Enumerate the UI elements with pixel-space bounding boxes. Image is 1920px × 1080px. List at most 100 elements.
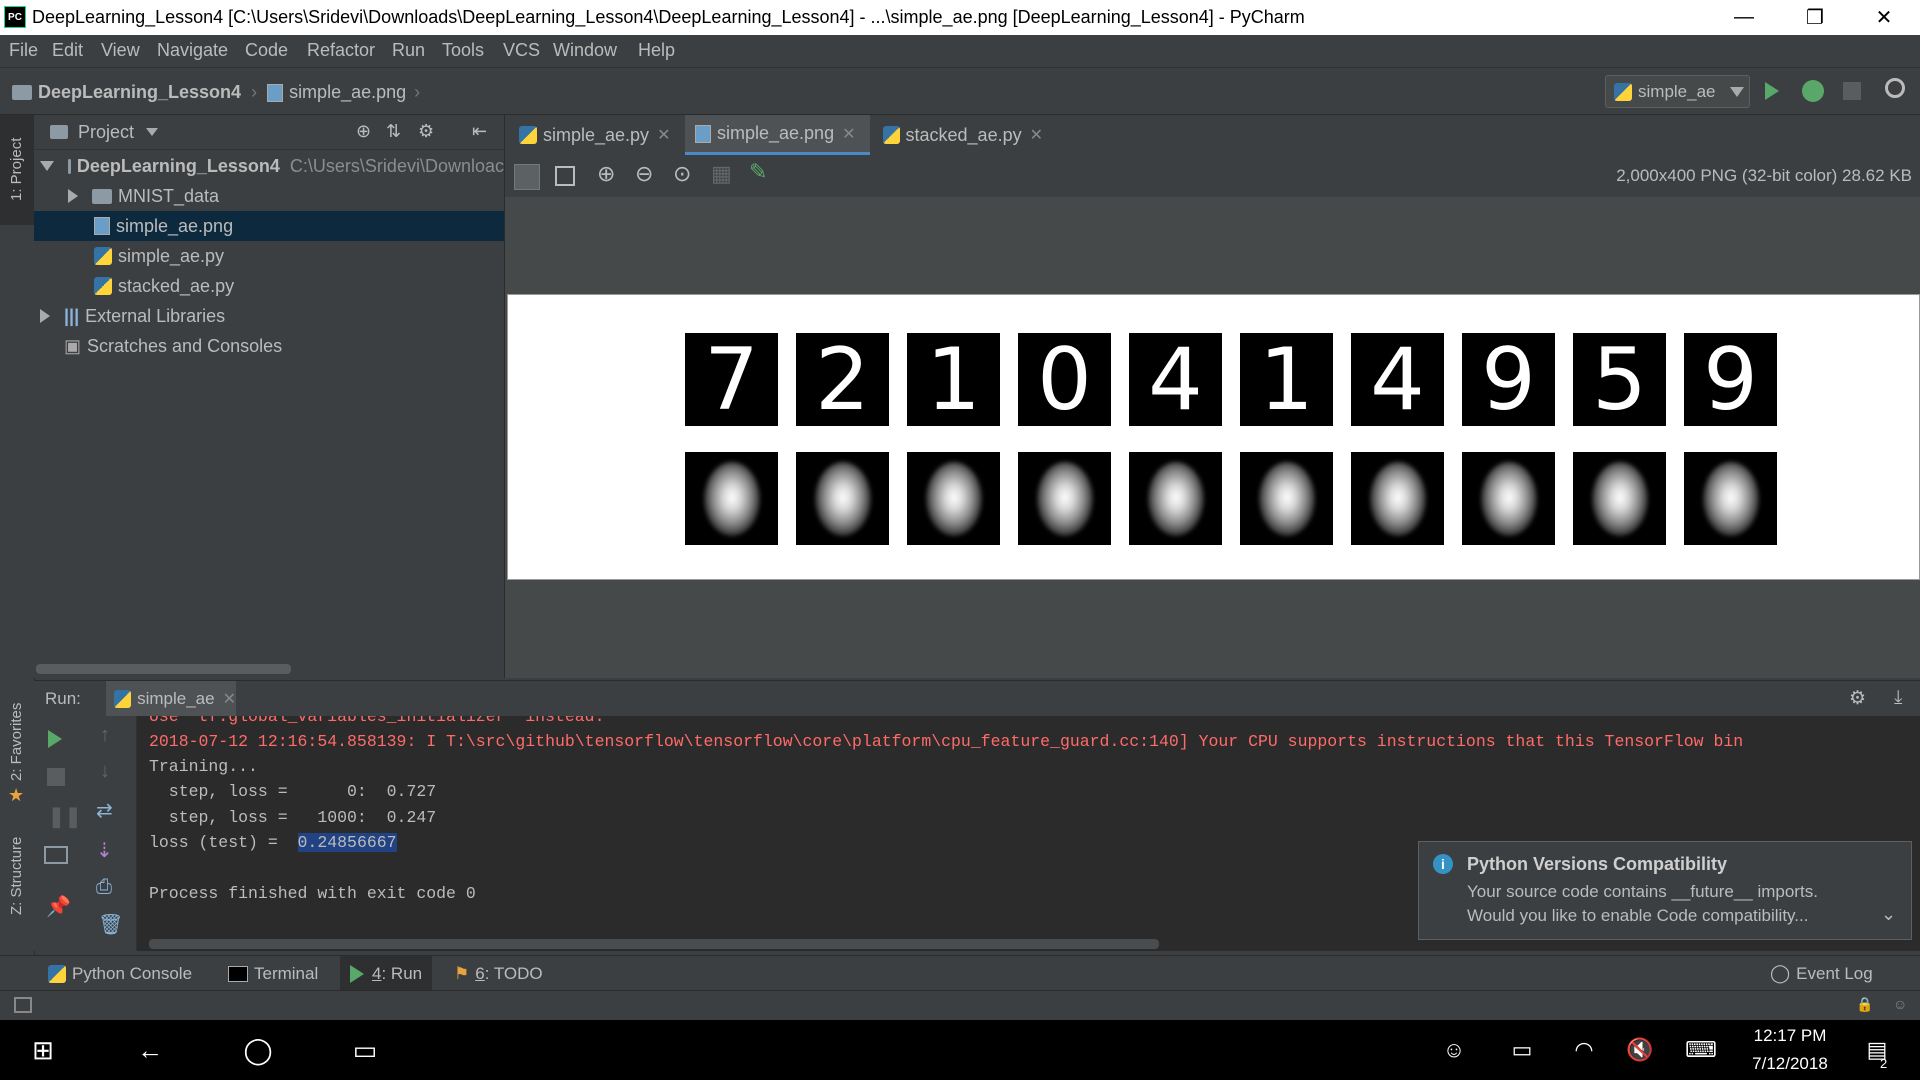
pin-tab-icon[interactable]: 📌 <box>46 894 71 919</box>
close-tab-icon[interactable]: ✕ <box>1030 125 1043 145</box>
close-tab-icon[interactable]: ✕ <box>223 689 236 709</box>
rerun-icon[interactable] <box>48 730 62 753</box>
chevron-right-icon <box>40 309 50 323</box>
tree-root-name: DeepLearning_Lesson4 <box>76 155 280 176</box>
chevron-down-icon[interactable] <box>146 128 159 136</box>
clock-time[interactable]: 12:17 PM <box>1740 1026 1840 1046</box>
tab-python-console[interactable]: Python Console <box>48 956 192 991</box>
menu-view[interactable]: View <box>101 40 140 61</box>
run-icon[interactable] <box>1765 82 1779 105</box>
horizontal-scrollbar[interactable] <box>36 664 291 674</box>
toggle-tool-windows-icon[interactable] <box>14 997 32 1013</box>
tab-terminal[interactable]: Terminal <box>228 956 318 991</box>
image-preview: 7 2 1 0 4 1 4 9 5 9 <box>507 294 1920 580</box>
run-tab-simple-ae[interactable]: simple_ae ✕ <box>106 681 236 717</box>
project-panel-title[interactable]: Project <box>78 122 134 143</box>
tree-item-simple-ae-png[interactable]: simple_ae.png <box>34 211 504 241</box>
stop-icon[interactable] <box>1843 82 1861 100</box>
hide-panel-icon[interactable]: ⇤ <box>472 121 487 142</box>
print-icon[interactable]: ⎙ <box>96 876 112 899</box>
close-tab-icon[interactable]: ✕ <box>842 124 855 144</box>
task-view-icon[interactable]: ▭ <box>340 1020 390 1080</box>
menu-file[interactable]: File <box>9 40 38 61</box>
tree-item-label: Scratches and Consoles <box>87 335 283 356</box>
zoom-out-icon[interactable]: ⊖ <box>635 161 653 187</box>
people-icon[interactable]: ☺ <box>1432 1020 1476 1080</box>
zoom-in-icon[interactable]: ⊕ <box>597 161 615 187</box>
menu-vcs[interactable]: VCS <box>503 40 540 61</box>
search-circle-icon[interactable]: ◯ <box>233 1020 283 1080</box>
battery-icon[interactable]: ▭ <box>1500 1020 1544 1080</box>
actual-size-icon[interactable]: ⊙ <box>673 161 691 187</box>
notification-link[interactable]: Would you like to enable Code compatibil… <box>1467 906 1808 926</box>
tab-event-log[interactable]: ◯ Event Log <box>1770 956 1873 991</box>
menu-refactor[interactable]: Refactor <box>307 40 375 61</box>
title-bar: PC DeepLearning_Lesson4 [C:\Users\Sridev… <box>0 0 1920 35</box>
wifi-icon[interactable]: ◠ <box>1562 1020 1606 1080</box>
menu-tools[interactable]: Tools <box>442 40 484 61</box>
tree-item-external-libraries[interactable]: ||| External Libraries <box>34 301 504 331</box>
down-arrow-icon[interactable]: ↓ <box>100 760 110 783</box>
reconstruction-tile <box>796 452 889 545</box>
structure-tool-button[interactable]: Z: Structure <box>0 830 34 950</box>
console-line: loss (test) = 0.24856667 <box>149 833 397 852</box>
breadcrumb-project[interactable]: DeepLearning_Lesson4 <box>38 82 241 103</box>
collapse-all-icon[interactable]: ⇅ <box>386 121 401 142</box>
breadcrumb: DeepLearning_Lesson4 › simple_ae.png › <box>12 82 420 103</box>
project-tool-button[interactable]: 1: Project <box>0 115 34 225</box>
soft-wrap-icon[interactable]: ⇄ <box>96 798 113 823</box>
close-button[interactable]: ✕ <box>1855 0 1913 35</box>
tab-stacked-ae-py[interactable]: stacked_ae.py ✕ <box>883 115 1043 155</box>
restore-button[interactable]: ❐ <box>1786 0 1844 35</box>
tree-item-simple-ae-py[interactable]: simple_ae.py <box>34 241 504 271</box>
tab-run[interactable]: 4: Run <box>340 956 432 991</box>
gear-icon[interactable]: ⚙ <box>418 121 434 142</box>
stop-icon[interactable] <box>47 768 65 786</box>
pycharm-logo-icon: PC <box>4 6 26 28</box>
grid-toggle-icon[interactable] <box>555 166 575 186</box>
scroll-to-end-icon[interactable]: ⇣ <box>96 838 113 863</box>
chevron-down-icon[interactable]: ⌄ <box>1881 904 1896 925</box>
run-config-select[interactable]: simple_ae <box>1605 75 1750 108</box>
favorites-tool-button[interactable]: 2: Favorites ★ <box>0 685 34 805</box>
close-tab-icon[interactable]: ✕ <box>657 125 670 145</box>
tree-item-scratches[interactable]: ▣ Scratches and Consoles <box>34 331 504 361</box>
search-icon[interactable] <box>1885 78 1905 98</box>
gear-icon[interactable]: ⚙ <box>1849 687 1866 710</box>
horizontal-scrollbar[interactable] <box>149 939 1159 949</box>
keyboard-icon[interactable]: ⌨ <box>1676 1020 1726 1080</box>
color-picker-icon[interactable]: ✎ <box>749 159 767 185</box>
trash-icon[interactable]: 🗑 <box>98 912 123 937</box>
up-arrow-icon[interactable]: ↑ <box>100 724 110 747</box>
menu-help[interactable]: Help <box>638 40 675 61</box>
selected-loss-value[interactable]: 0.24856667 <box>297 833 397 852</box>
tree-item-mnist-data[interactable]: MNIST_data <box>34 181 504 211</box>
chessboard-toggle-icon[interactable] <box>514 164 540 190</box>
pause-icon[interactable]: ❚❚ <box>48 804 82 829</box>
menu-run[interactable]: Run <box>392 40 425 61</box>
tab-simple-ae-png[interactable]: simple_ae.png ✕ <box>685 115 870 155</box>
action-center-icon[interactable]: ▤ <box>1852 1020 1902 1080</box>
back-arrow-icon[interactable]: ← <box>125 1020 175 1080</box>
menu-code[interactable]: Code <box>245 40 288 61</box>
menu-navigate[interactable]: Navigate <box>157 40 228 61</box>
windows-start-icon[interactable]: ⊞ <box>18 1020 68 1080</box>
debug-icon[interactable] <box>1802 80 1824 102</box>
tree-root-project[interactable]: DeepLearning_Lesson4 C:\Users\Sridevi\Do… <box>34 151 504 181</box>
tree-item-stacked-ae-py[interactable]: stacked_ae.py <box>34 271 504 301</box>
minimize-button[interactable]: — <box>1715 0 1773 35</box>
menu-window[interactable]: Window <box>553 40 617 61</box>
restore-layout-icon[interactable] <box>44 846 68 864</box>
lock-icon[interactable]: 🔒 <box>1856 996 1873 1013</box>
tab-todo[interactable]: ⚑ 6: TODO <box>454 956 543 991</box>
breadcrumb-file[interactable]: simple_ae.png <box>289 82 406 103</box>
volume-muted-icon[interactable]: 🔇 <box>1618 1020 1662 1080</box>
clock-date[interactable]: 7/12/2018 <box>1740 1054 1840 1074</box>
hide-panel-icon[interactable]: ⤓ <box>1894 687 1902 709</box>
tab-simple-ae-py[interactable]: simple_ae.py ✕ <box>519 115 679 155</box>
locate-icon[interactable]: ⊕ <box>356 121 371 142</box>
menu-edit[interactable]: Edit <box>52 40 83 61</box>
fit-zoom-icon[interactable]: ▦ <box>711 161 732 187</box>
inspector-icon[interactable]: ☺ <box>1893 996 1907 1012</box>
notification-balloon[interactable]: i Python Versions Compatibility Your sou… <box>1418 841 1912 940</box>
